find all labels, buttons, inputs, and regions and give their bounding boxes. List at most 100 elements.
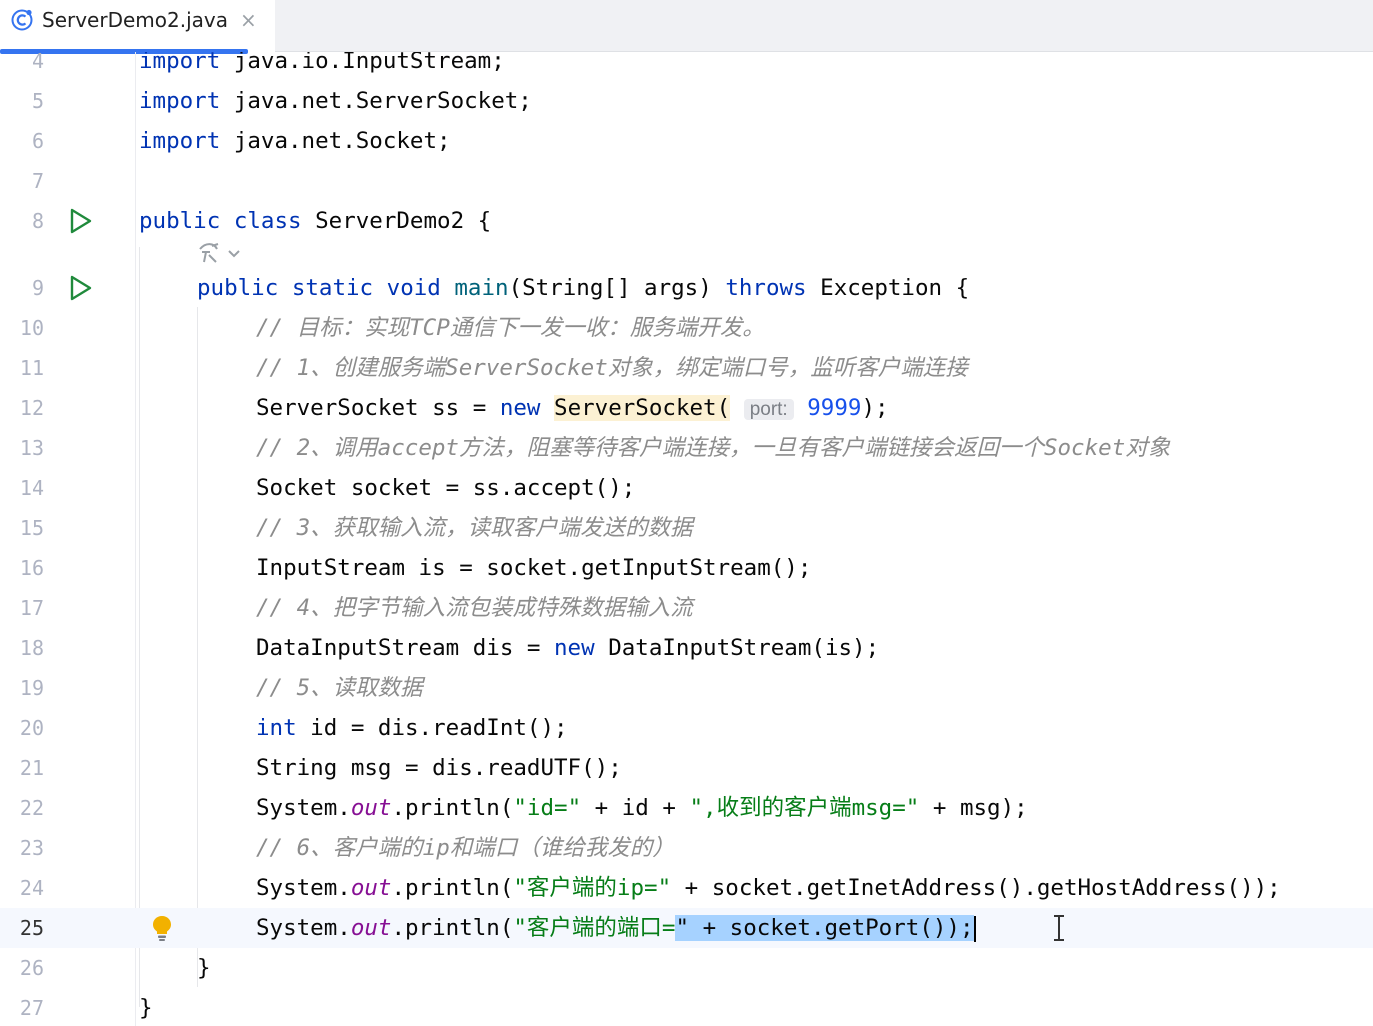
code-text: }	[139, 995, 153, 1021]
code-line[interactable]: 24 System.out.println("客户端的ip=" + socket…	[0, 868, 1373, 908]
line-number: 12	[19, 396, 44, 420]
line-number: 9	[31, 276, 44, 300]
number-literal: 9999	[807, 395, 862, 421]
code-line[interactable]: 16 InputStream is = socket.getInputStrea…	[0, 548, 1373, 588]
code-editor[interactable]: 4 import java.io.InputStream; 5 import j…	[0, 52, 1373, 1026]
comment: // 目标：实现TCP通信下一发一收：服务端开发。	[256, 315, 765, 341]
keyword: import	[139, 88, 221, 114]
code-line[interactable]: 4 import java.io.InputStream;	[0, 52, 1373, 81]
keyword: throws	[725, 275, 807, 301]
run-main-icon[interactable]	[66, 274, 94, 302]
code-text: ServerSocket ss =	[256, 395, 500, 421]
comment: // 3、获取输入流，读取客户端发送的数据	[256, 515, 693, 541]
tab-serverdemo2[interactable]: ServerDemo2.java ×	[0, 0, 275, 54]
code-text: System.	[256, 915, 351, 941]
code-line[interactable]: 8 public class ServerDemo2 {	[0, 201, 1373, 241]
code-text: InputStream is = socket.getInputStream()…	[256, 555, 812, 581]
static-field: out	[350, 795, 392, 821]
code-line[interactable]: 13 // 2、调用accept方法，阻塞等待客户端连接，一旦有客户端链接会返回…	[0, 428, 1373, 468]
code-text: System.	[256, 875, 351, 901]
string-literal: ",收到的客户端msg="	[689, 795, 920, 821]
code-line[interactable]: 9 public static void main(String[] args)…	[0, 268, 1373, 308]
code-line[interactable]: 6 import java.net.Socket;	[0, 121, 1373, 161]
line-number: 10	[19, 316, 44, 340]
run-class-icon[interactable]	[66, 207, 94, 235]
current-code-line[interactable]: 25 System.out.println("客户端的端口=" + socket…	[0, 908, 1373, 948]
comment: // 4、把字节输入流包装成特殊数据输入流	[256, 595, 693, 621]
code-text: java.net.Socket;	[220, 128, 451, 154]
code-text: .println(	[391, 915, 514, 941]
code-line[interactable]: 18 DataInputStream dis = new DataInputSt…	[0, 628, 1373, 668]
code-line[interactable]: 20 int id = dis.readInt();	[0, 708, 1373, 748]
line-number: 13	[19, 436, 44, 460]
code-line[interactable]: 15 // 3、获取输入流，读取客户端发送的数据	[0, 508, 1373, 548]
code-line[interactable]: 17 // 4、把字节输入流包装成特殊数据输入流	[0, 588, 1373, 628]
keyword: public	[139, 208, 221, 234]
keyword: new	[554, 635, 595, 661]
text-selection[interactable]: " + socket.getPort());	[675, 915, 974, 941]
code-line[interactable]: 11 // 1、创建服务端ServerSocket对象，绑定端口号，监听客户端连…	[0, 348, 1373, 388]
code-text: .println(	[391, 875, 514, 901]
line-number: 18	[19, 636, 44, 660]
line-number: 6	[31, 129, 44, 153]
code-vision-icon[interactable]	[196, 240, 246, 266]
text-caret	[973, 915, 976, 942]
comment: // 6、客户端的ip和端口（谁给我发的）	[256, 835, 675, 861]
code-line[interactable]: 19 // 5、读取数据	[0, 668, 1373, 708]
code-text: java.net.ServerSocket;	[220, 88, 532, 114]
code-text: );	[861, 395, 889, 421]
parameter-hint: port:	[743, 399, 794, 420]
tab-title: ServerDemo2.java	[42, 8, 228, 32]
code-text: + socket.getInetAddress().getHostAddress…	[671, 875, 1281, 901]
line-number: 4	[31, 52, 44, 73]
string-literal: "客户端的ip="	[513, 875, 672, 901]
comment: // 5、读取数据	[256, 675, 423, 701]
code-text: id = dis.readInt();	[296, 715, 568, 741]
code-text: java.io.InputStream;	[220, 52, 505, 74]
keyword: import	[139, 52, 221, 74]
line-number: 19	[19, 676, 44, 700]
keyword: public	[197, 275, 279, 301]
lightbulb-icon[interactable]	[150, 914, 174, 942]
code-text: Socket socket = ss.accept();	[256, 475, 636, 501]
code-line[interactable]: 27 }	[0, 988, 1373, 1026]
code-text: DataInputStream dis =	[256, 635, 555, 661]
comment: // 1、创建服务端ServerSocket对象，绑定端口号，监听客户端连接	[256, 355, 968, 381]
constructor-highlight: ServerSocket(	[554, 395, 731, 421]
code-line[interactable]: 10 // 目标：实现TCP通信下一发一收：服务端开发。	[0, 308, 1373, 348]
line-number: 23	[19, 836, 44, 860]
code-line[interactable]: 22 System.out.println("id=" + id + ",收到的…	[0, 788, 1373, 828]
code-line[interactable]: 5 import java.net.ServerSocket;	[0, 81, 1373, 121]
line-number: 8	[31, 209, 44, 233]
line-number: 5	[31, 89, 44, 113]
keyword: import	[139, 128, 221, 154]
line-number: 22	[19, 796, 44, 820]
code-line[interactable]: 7	[0, 161, 1373, 201]
line-number: 27	[19, 996, 44, 1020]
code-text: System.	[256, 795, 351, 821]
keyword: new	[499, 395, 541, 421]
keyword: int	[256, 715, 297, 741]
line-number: 15	[19, 516, 44, 540]
line-number: 17	[19, 596, 44, 620]
code-text: (String[] args)	[508, 275, 726, 301]
line-number: 16	[19, 556, 44, 580]
code-line[interactable]: 21 String msg = dis.readUTF();	[0, 748, 1373, 788]
keyword: static	[291, 275, 374, 301]
code-text: DataInputStream(is);	[594, 635, 880, 661]
line-number: 7	[31, 169, 44, 193]
line-number: 21	[19, 756, 44, 780]
code-line[interactable]: 14 Socket socket = ss.accept();	[0, 468, 1373, 508]
keyword: void	[386, 275, 441, 301]
code-line[interactable]: 26 }	[0, 948, 1373, 988]
code-text: .println(	[391, 795, 514, 821]
code-text: + msg);	[919, 795, 1028, 821]
line-number: 26	[19, 956, 44, 980]
code-line[interactable]: 12 ServerSocket ss = new ServerSocket( p…	[0, 388, 1373, 428]
text-cursor-icon	[1054, 915, 1064, 941]
line-number: 24	[19, 876, 44, 900]
code-line[interactable]: 23 // 6、客户端的ip和端口（谁给我发的）	[0, 828, 1373, 868]
close-icon[interactable]: ×	[240, 8, 257, 32]
editor-tab-bar: ServerDemo2.java ×	[0, 0, 1373, 54]
java-class-icon	[11, 9, 33, 31]
